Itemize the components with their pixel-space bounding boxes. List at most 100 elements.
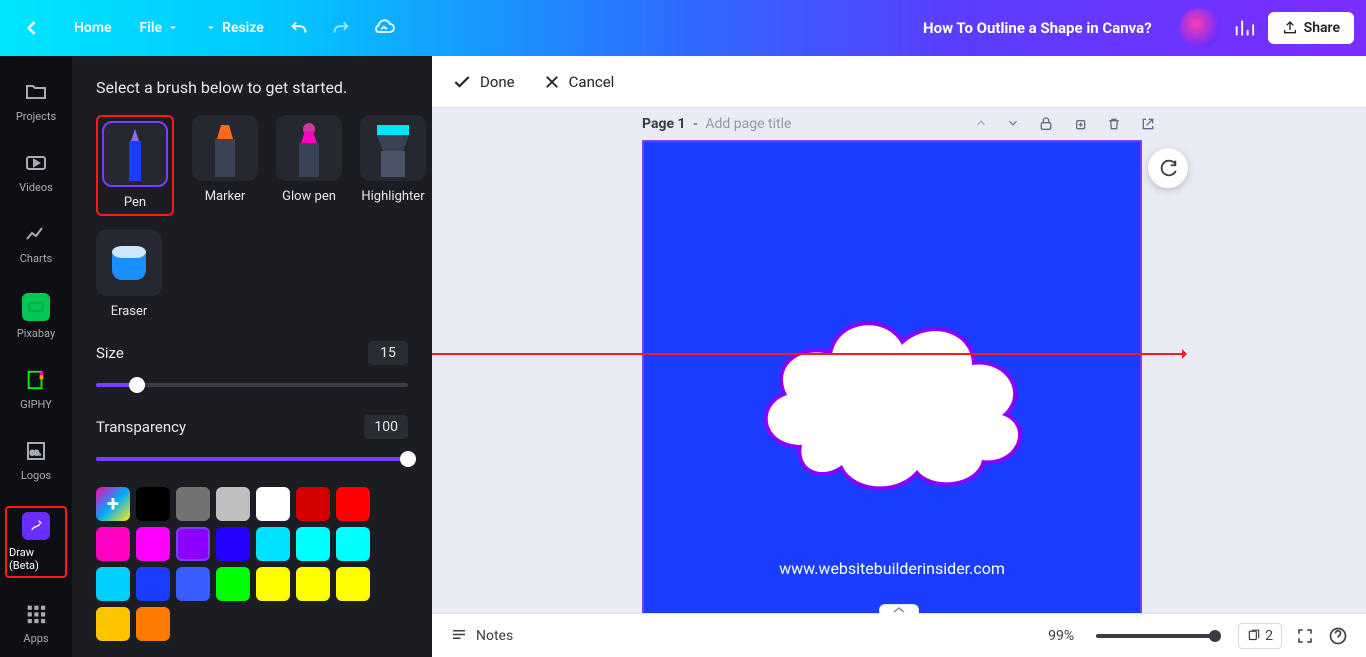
transparency-value[interactable]: 100 — [364, 415, 408, 439]
home-menu[interactable]: Home — [60, 12, 126, 44]
cloud-sync-icon[interactable] — [362, 8, 406, 48]
back-icon[interactable] — [12, 10, 52, 46]
canvas-scroll[interactable]: Page 1 - Add page title — [432, 108, 1366, 657]
glowpen-icon — [291, 123, 327, 177]
color-swatch[interactable] — [296, 567, 330, 601]
page-count-button[interactable]: 2 — [1238, 623, 1282, 649]
insights-button[interactable] — [1232, 17, 1256, 39]
left-rail: Projects Videos Charts Pixabay GIPHY co.… — [0, 56, 72, 657]
color-swatch[interactable] — [256, 527, 290, 561]
document-title: How To Outline a Shape in Canva? — [923, 19, 1152, 37]
page-drawer-handle[interactable] — [879, 604, 919, 614]
brush-panel: Select a brush below to get started. Pen… — [72, 56, 432, 657]
delete-page-icon[interactable] — [1106, 116, 1122, 132]
page-up-button[interactable] — [974, 116, 988, 132]
color-swatch[interactable] — [296, 527, 330, 561]
chart-line-icon — [24, 222, 48, 246]
brush-label: Pen — [124, 195, 146, 210]
size-value[interactable]: 15 — [368, 341, 408, 365]
brush-label: Marker — [205, 189, 246, 204]
upload-icon — [1282, 20, 1298, 36]
brush-marker[interactable]: Marker — [192, 115, 258, 216]
color-swatch[interactable] — [96, 567, 130, 601]
color-swatch[interactable] — [136, 567, 170, 601]
color-swatch[interactable] — [256, 487, 290, 521]
color-swatch[interactable] — [96, 527, 130, 561]
page-dash: - — [694, 116, 698, 132]
brush-highlighter[interactable]: Highlighter — [360, 115, 426, 216]
page-down-button[interactable] — [1006, 116, 1020, 132]
zoom-value[interactable]: 99% — [1048, 628, 1074, 644]
fullscreen-button[interactable] — [1296, 627, 1314, 645]
color-swatch[interactable] — [136, 607, 170, 641]
check-icon — [452, 72, 472, 92]
help-button[interactable] — [1328, 626, 1348, 646]
cancel-button[interactable]: Cancel — [543, 73, 615, 91]
folder-icon — [24, 80, 48, 104]
notes-button[interactable]: Notes — [450, 627, 513, 645]
apps-icon — [26, 604, 46, 624]
rail-charts[interactable]: Charts — [0, 218, 72, 269]
redo-button[interactable] — [320, 9, 362, 47]
rail-logos[interactable]: co. Logos — [0, 435, 72, 486]
lock-icon[interactable] — [1038, 116, 1054, 132]
canvas-toolbar: Done Cancel — [432, 56, 1366, 108]
brush-eraser[interactable]: Eraser — [96, 230, 162, 319]
pixabay-icon — [22, 293, 50, 321]
share-button[interactable]: Share — [1268, 12, 1354, 44]
ai-assist-button[interactable] — [1148, 148, 1188, 188]
resize-menu[interactable]: Resize — [192, 12, 278, 44]
color-swatch[interactable] — [296, 487, 330, 521]
done-label: Done — [480, 73, 515, 91]
notes-label: Notes — [476, 628, 513, 644]
zoom-slider[interactable] — [1096, 634, 1216, 638]
color-swatch[interactable] — [136, 487, 170, 521]
canvas-area: Done Cancel Page 1 - Add page title — [432, 56, 1366, 657]
rail-label: Draw (Beta) — [9, 546, 63, 572]
chevron-down-icon — [206, 23, 216, 33]
canvas-page[interactable]: www.websitebuilderinsider.com — [644, 142, 1140, 638]
color-swatch[interactable] — [216, 527, 250, 561]
close-icon — [543, 73, 561, 91]
workspace: Projects Videos Charts Pixabay GIPHY co.… — [0, 56, 1366, 657]
video-icon — [24, 151, 48, 175]
color-swatch[interactable] — [336, 487, 370, 521]
file-menu[interactable]: File — [126, 12, 193, 44]
color-swatch[interactable] — [216, 487, 250, 521]
color-swatch[interactable] — [96, 607, 130, 641]
giphy-icon — [24, 368, 48, 392]
share-label: Share — [1304, 20, 1340, 36]
color-swatch[interactable] — [136, 527, 170, 561]
color-swatch[interactable] — [336, 527, 370, 561]
rail-videos[interactable]: Videos — [0, 147, 72, 198]
size-slider[interactable] — [96, 377, 408, 393]
brush-label: Eraser — [111, 304, 148, 319]
transparency-slider[interactable] — [96, 451, 408, 467]
rail-apps[interactable]: Apps — [0, 598, 72, 649]
popout-icon[interactable] — [1140, 116, 1156, 132]
color-swatch[interactable] — [256, 567, 290, 601]
color-swatch[interactable] — [176, 567, 210, 601]
duplicate-page-icon[interactable] — [1072, 116, 1088, 132]
done-button[interactable]: Done — [452, 72, 515, 92]
color-swatch[interactable] — [216, 567, 250, 601]
brush-pen[interactable]: Pen — [96, 115, 174, 216]
rail-giphy[interactable]: GIPHY — [0, 364, 72, 415]
size-label: Size — [96, 344, 124, 362]
size-control: Size 15 — [96, 341, 408, 393]
color-swatch[interactable] — [176, 527, 210, 561]
color-swatch[interactable] — [176, 487, 210, 521]
undo-button[interactable] — [278, 9, 320, 47]
color-add-button[interactable] — [96, 487, 130, 521]
rail-label: Logos — [21, 469, 51, 482]
top-bar: Home File Resize How To Outline a Shape … — [0, 0, 1366, 56]
transparency-control: Transparency 100 — [96, 415, 408, 467]
svg-text:co.: co. — [30, 448, 41, 457]
rail-projects[interactable]: Projects — [0, 76, 72, 127]
color-swatch[interactable] — [336, 567, 370, 601]
rail-draw[interactable]: Draw (Beta) — [5, 506, 67, 578]
page-title-input[interactable]: Add page title — [705, 116, 791, 132]
cancel-label: Cancel — [569, 73, 615, 91]
brush-glowpen[interactable]: Glow pen — [276, 115, 342, 216]
rail-pixabay[interactable]: Pixabay — [0, 289, 72, 344]
